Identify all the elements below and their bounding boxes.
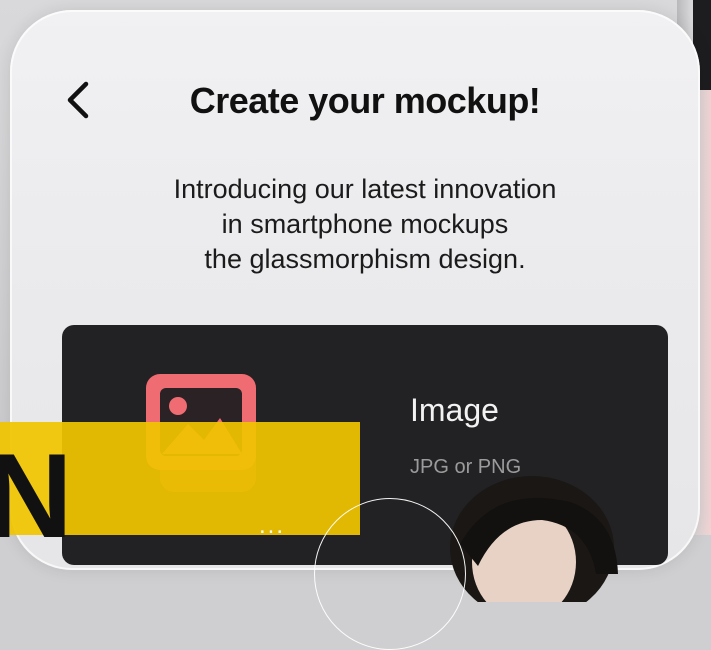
promo-large-letter: N [0, 429, 73, 563]
intro-line: in smartphone mockups [221, 209, 509, 239]
intro-text: Introducing our latest innovation in sma… [120, 172, 610, 277]
page-title: Create your mockup! [189, 80, 541, 121]
more-dots-icon[interactable]: ... [259, 512, 285, 540]
intro-line: the glassmorphism design. [204, 244, 526, 274]
chevron-left-icon [67, 81, 89, 119]
upload-type-title: Image [410, 392, 499, 428]
back-button[interactable] [58, 78, 98, 122]
decorative-ring [314, 498, 466, 650]
intro-line: Introducing our latest innovation [173, 174, 557, 204]
